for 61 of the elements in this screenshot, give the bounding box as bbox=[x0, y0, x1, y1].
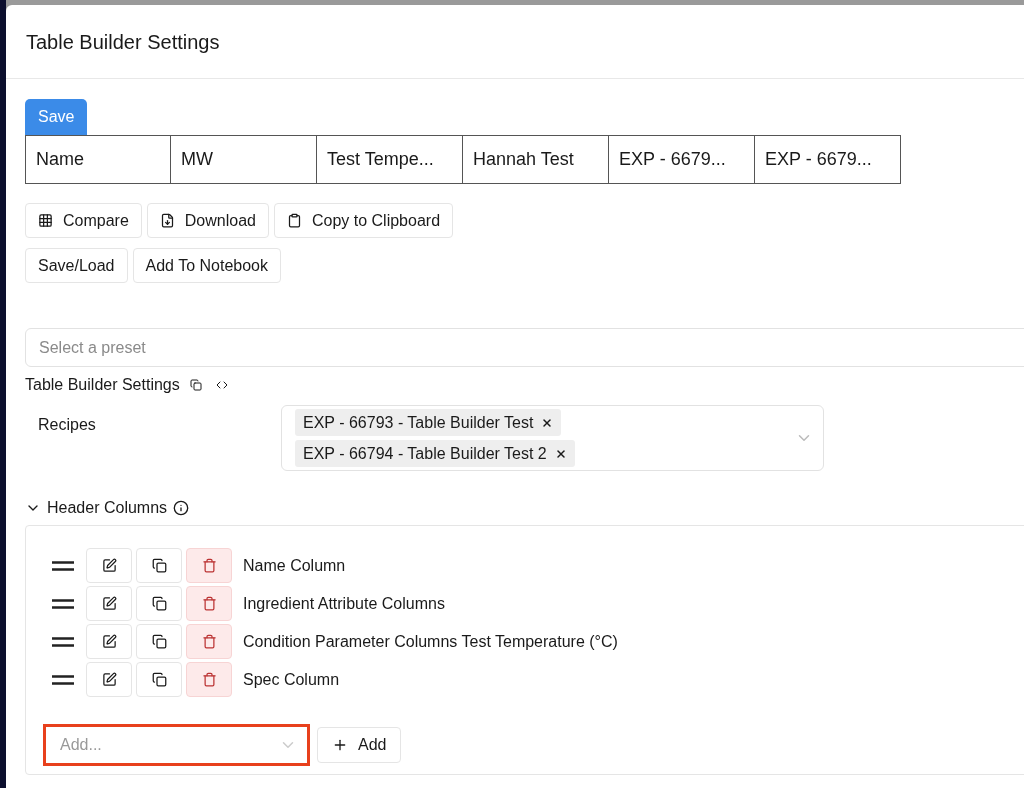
action-button[interactable]: Add To Notebook bbox=[132, 248, 281, 283]
table-header-cell: EXP - 6679... bbox=[609, 135, 755, 184]
preset-select[interactable]: Select a preset bbox=[25, 328, 1024, 367]
remove-icon[interactable] bbox=[541, 416, 554, 429]
remove-icon[interactable] bbox=[554, 447, 567, 460]
delete-button[interactable] bbox=[186, 548, 232, 583]
recipe-chip: EXP - 66794 - Table Builder Test 2 bbox=[295, 440, 575, 467]
edit-button[interactable] bbox=[86, 624, 132, 659]
table-header-cell: Name bbox=[25, 135, 171, 184]
edit-icon bbox=[101, 558, 117, 573]
delete-button[interactable] bbox=[186, 586, 232, 621]
settings-title: Table Builder Settings bbox=[25, 375, 180, 395]
duplicate-button[interactable] bbox=[136, 586, 182, 621]
delete-button[interactable] bbox=[186, 662, 232, 697]
action-button[interactable]: Compare bbox=[25, 203, 142, 238]
table-header-cell: Hannah Test bbox=[463, 135, 609, 184]
delete-button[interactable] bbox=[186, 624, 232, 659]
edit-button[interactable] bbox=[86, 586, 132, 621]
recipes-multiselect[interactable]: EXP - 66793 - Table Builder Test EXP - 66794 - Table Builder Test 2 bbox=[281, 405, 824, 471]
grid-icon bbox=[38, 213, 53, 228]
copy-icon bbox=[151, 596, 167, 611]
edit-icon bbox=[101, 672, 117, 687]
plus-icon bbox=[332, 737, 348, 753]
drag-handle-icon[interactable] bbox=[52, 560, 74, 571]
dialog-title: Table Builder Settings bbox=[26, 29, 220, 55]
table-header-cell: MW bbox=[171, 135, 317, 184]
action-button[interactable]: Save/Load bbox=[25, 248, 128, 283]
trash-icon bbox=[201, 634, 217, 649]
trash-icon bbox=[201, 596, 217, 611]
copy-icon bbox=[151, 558, 167, 573]
file-download-icon bbox=[159, 213, 175, 228]
edit-button[interactable] bbox=[86, 548, 132, 583]
header-column-label: Condition Parameter Columns Test Temperature (°C) bbox=[243, 631, 618, 652]
drag-handle-icon[interactable] bbox=[52, 636, 74, 647]
header-column-label: Name Column bbox=[243, 555, 346, 576]
recipe-chip: EXP - 66793 - Table Builder Test bbox=[295, 409, 562, 436]
duplicate-button[interactable] bbox=[136, 662, 182, 697]
add-button[interactable]: Add bbox=[317, 727, 402, 763]
copy-icon bbox=[151, 634, 167, 649]
duplicate-button[interactable] bbox=[136, 548, 182, 583]
drag-handle-icon[interactable] bbox=[52, 674, 74, 685]
table-header-cell: EXP - 6679... bbox=[755, 135, 901, 184]
drag-handle-icon[interactable] bbox=[52, 598, 74, 609]
table-header-cell: Test Tempe... bbox=[317, 135, 463, 184]
header-column-label: Ingredient Attribute Columns bbox=[243, 593, 445, 614]
action-button[interactable]: Copy to Clipboard bbox=[273, 203, 454, 238]
code-icon[interactable] bbox=[215, 379, 228, 391]
edit-icon bbox=[101, 596, 117, 611]
info-icon bbox=[173, 500, 190, 516]
trash-icon bbox=[201, 672, 217, 687]
recipes-label: Recipes bbox=[37, 415, 97, 435]
duplicate-button[interactable] bbox=[136, 624, 182, 659]
copy-icon[interactable] bbox=[189, 379, 202, 391]
trash-icon bbox=[201, 558, 217, 573]
edit-button[interactable] bbox=[86, 662, 132, 697]
header-columns-toggle[interactable]: Header Columns bbox=[25, 496, 190, 520]
edit-icon bbox=[101, 634, 117, 649]
header-column-label: Spec Column bbox=[243, 669, 340, 690]
copy-icon bbox=[151, 672, 167, 687]
clipboard-icon bbox=[286, 213, 302, 228]
action-button[interactable]: Download bbox=[146, 203, 269, 238]
